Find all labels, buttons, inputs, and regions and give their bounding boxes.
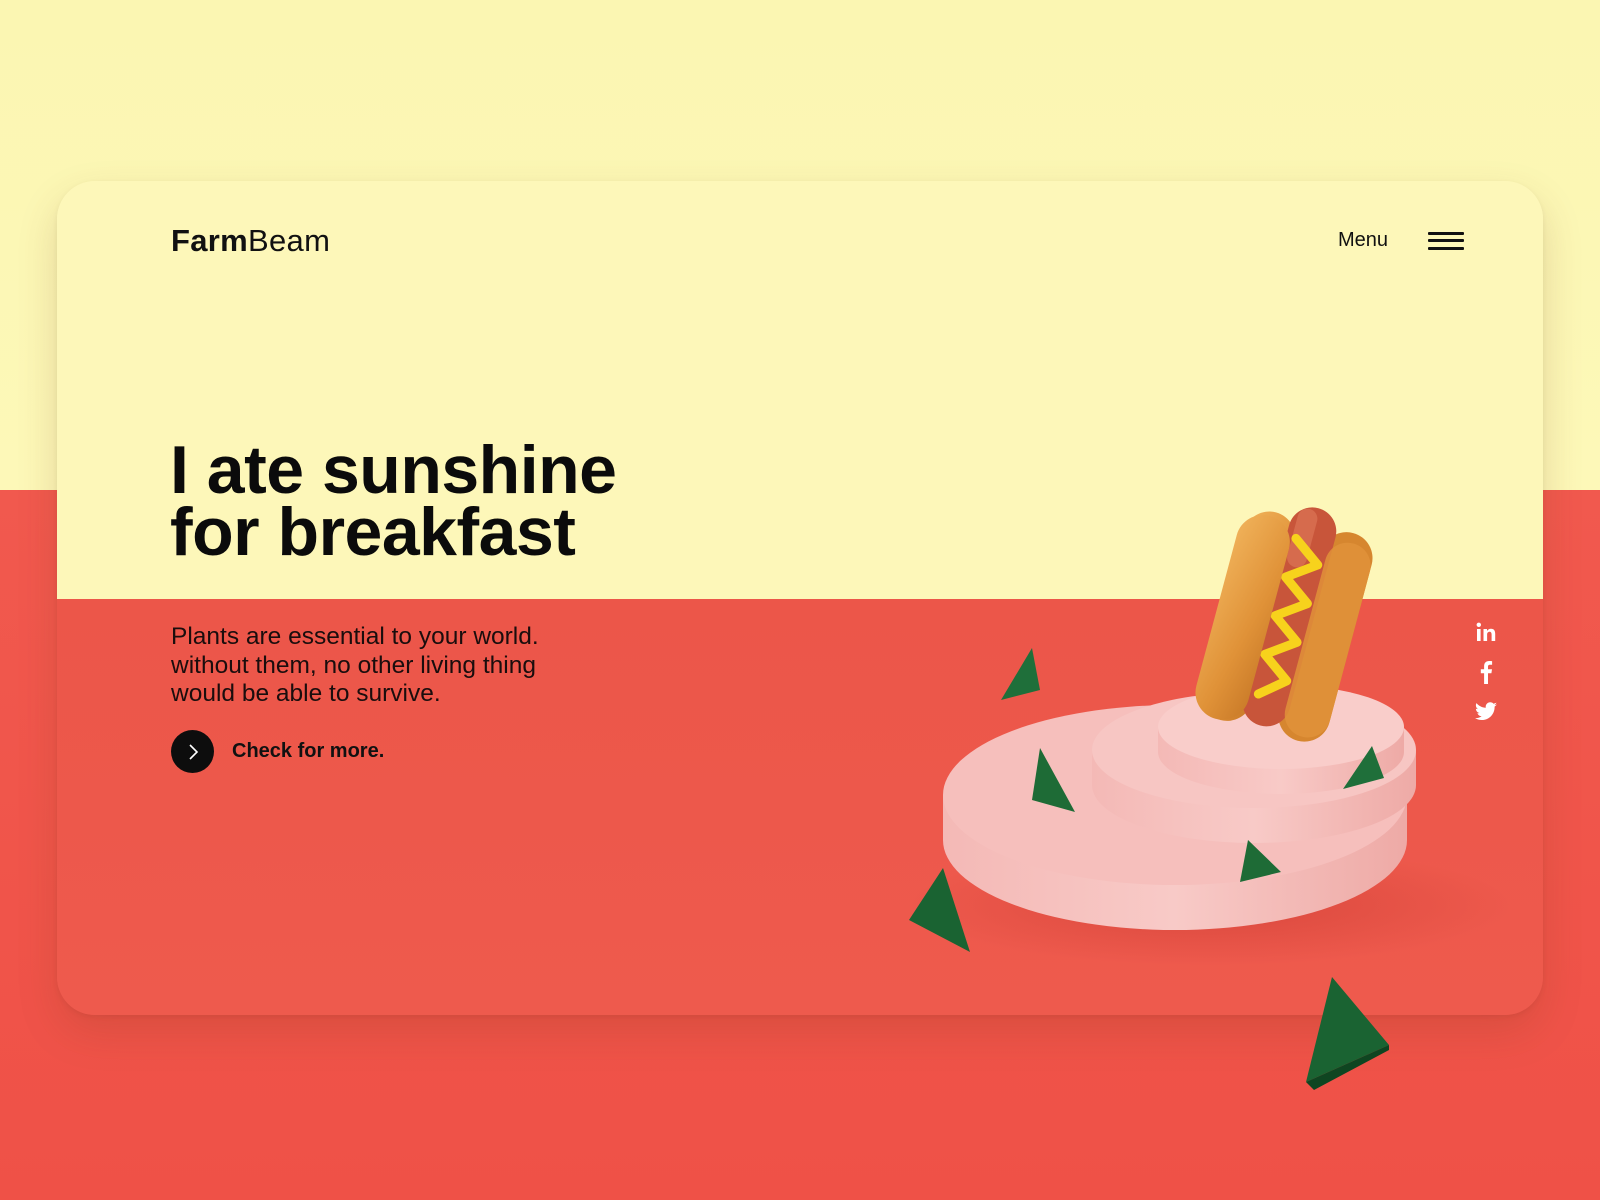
facebook-icon[interactable] (1473, 659, 1499, 685)
twitter-icon[interactable] (1473, 699, 1499, 725)
description-line-3: would be able to survive. (171, 680, 441, 707)
hero-headline: I ate sunshine for breakfast (170, 432, 617, 570)
hero-description: Plants are essential to your world. with… (171, 623, 651, 709)
brand-logo[interactable]: FarmBeam (171, 223, 330, 259)
brand-logo-light: Beam (248, 223, 331, 258)
check-more-link[interactable]: Check for more. (171, 730, 384, 773)
hamburger-icon[interactable] (1428, 231, 1464, 250)
menu-button[interactable]: Menu (1338, 229, 1464, 252)
menu-label: Menu (1337, 229, 1388, 251)
social-links (1473, 619, 1499, 725)
arrow-right-icon[interactable] (171, 730, 214, 773)
description-line-1: Plants are essential to your world. (171, 623, 539, 650)
brand-logo-bold: Farm (171, 223, 249, 258)
headline-line-2: for breakfast (170, 494, 576, 570)
check-more-label[interactable]: Check for more. (232, 740, 384, 763)
hero-card: FarmBeam Menu I ate sunshine for breakfa… (57, 181, 1543, 1015)
description-line-2: without them, no other living thing (171, 651, 536, 679)
linkedin-icon[interactable] (1473, 619, 1499, 645)
headline-line-1: I ate sunshine (170, 432, 617, 508)
